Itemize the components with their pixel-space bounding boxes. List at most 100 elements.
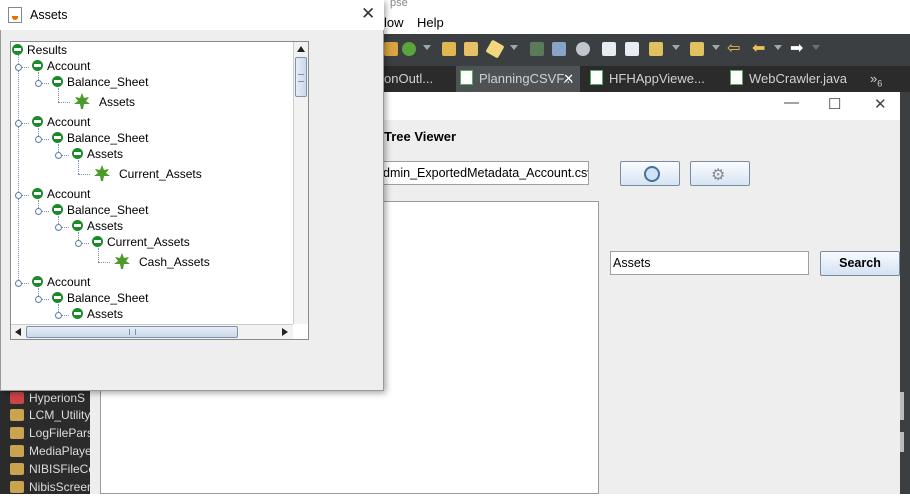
package-explorer: HyperionS LCM_Utility LogFilePars MediaP… xyxy=(0,390,95,496)
project-icon xyxy=(10,427,24,439)
document-icon[interactable] xyxy=(602,42,616,56)
folder-open-icon xyxy=(12,44,23,55)
eclipse-title-fragment: pse xyxy=(384,0,910,12)
tab-webcrawler[interactable]: WebCrawler.java xyxy=(730,66,860,92)
dropdown-arrow-icon[interactable] xyxy=(812,45,820,50)
open-type-icon[interactable] xyxy=(442,42,456,56)
project-icon xyxy=(10,392,24,404)
tree-node[interactable]: Balance_Sheet xyxy=(67,290,148,306)
tab-planningcsvf[interactable]: PlanningCSVF... ✕ xyxy=(456,66,580,92)
expand-handle[interactable] xyxy=(55,152,62,159)
horizontal-scroll-thumb[interactable] xyxy=(26,326,238,338)
next-annotation-icon[interactable] xyxy=(690,42,704,56)
tree-node-results[interactable]: Results xyxy=(27,42,67,58)
project-label: LogFilePars xyxy=(29,426,94,440)
minimize-icon[interactable]: — xyxy=(784,94,799,111)
forward-arrow-icon[interactable]: ➡ xyxy=(790,38,803,58)
tree-node[interactable]: Assets xyxy=(99,94,135,110)
tree-node[interactable]: Assets xyxy=(87,146,123,162)
settings-button[interactable]: ⚙ xyxy=(690,161,750,186)
browse-button[interactable] xyxy=(620,161,680,186)
scroll-up-icon[interactable] xyxy=(297,46,305,52)
project-label: HyperionS xyxy=(29,391,86,405)
eclipse-menubar: low Help xyxy=(384,12,910,34)
expand-handle[interactable] xyxy=(15,280,22,287)
project-item[interactable]: NibisScreen xyxy=(10,479,94,496)
paragraph-icon[interactable] xyxy=(625,42,639,56)
tab-label: HFHAppViewe... xyxy=(609,71,705,86)
results-tree[interactable]: Results Account Balance_Sheet Assets Acc… xyxy=(10,41,309,340)
folder-open-icon xyxy=(72,220,83,231)
folder-open-icon xyxy=(32,60,43,71)
expand-handle[interactable] xyxy=(35,136,42,143)
tree-node[interactable]: Cash_Assets xyxy=(139,254,210,270)
expand-handle[interactable] xyxy=(55,312,62,319)
close-icon[interactable]: ✕ xyxy=(361,4,375,24)
back-arrow-icon[interactable]: ⬅ xyxy=(752,38,765,58)
folder-open-icon xyxy=(52,292,63,303)
dropdown-arrow-icon[interactable] xyxy=(774,45,782,50)
tree-node[interactable]: Account xyxy=(47,114,90,130)
project-item[interactable]: HyperionS xyxy=(10,390,85,407)
dropdown-arrow-icon[interactable] xyxy=(672,45,680,50)
expand-handle[interactable] xyxy=(35,80,42,87)
tree-line xyxy=(18,54,19,282)
project-item[interactable]: MediaPlaye xyxy=(10,443,92,460)
scroll-left-icon[interactable] xyxy=(15,328,21,336)
close-tab-icon[interactable]: ✕ xyxy=(563,66,574,92)
tree-node[interactable]: Balance_Sheet xyxy=(67,74,148,90)
expand-handle[interactable] xyxy=(55,224,62,231)
tree-node[interactable]: Account xyxy=(47,58,90,74)
tree-node[interactable]: Balance_Sheet xyxy=(67,202,148,218)
project-label: NIBISFileCo xyxy=(29,462,96,476)
dropdown-arrow-icon[interactable] xyxy=(712,45,720,50)
expand-handle[interactable] xyxy=(75,240,82,247)
tab-overflow-count: 6 xyxy=(877,78,883,89)
vertical-scroll-thumb[interactable] xyxy=(295,57,307,97)
scroll-right-icon[interactable] xyxy=(282,328,288,336)
tree-node[interactable]: Assets xyxy=(87,218,123,234)
project-icon xyxy=(10,409,24,421)
tree-node[interactable]: Assets xyxy=(87,306,123,322)
tab-hfhappviewer[interactable]: HFHAppViewe... xyxy=(590,66,710,92)
folder-open-icon xyxy=(32,188,43,199)
dropdown-arrow-icon[interactable] xyxy=(510,45,518,50)
file-path-field[interactable]: dmin_ExportedMetadata_Account.csv xyxy=(378,161,589,185)
tab-overflow-button[interactable]: »6 xyxy=(870,66,900,92)
project-item[interactable]: LCM_Utility xyxy=(10,407,90,424)
menu-help[interactable]: Help xyxy=(417,15,444,30)
menu-window[interactable]: low xyxy=(384,15,404,30)
tree-node[interactable]: Current_Assets xyxy=(107,234,190,250)
annotation-icon[interactable] xyxy=(649,42,663,56)
tree-node[interactable]: Current_Assets xyxy=(119,166,202,182)
tree-node[interactable]: Account xyxy=(47,186,90,202)
expand-handle[interactable] xyxy=(15,120,22,127)
project-item[interactable]: NIBISFileCo xyxy=(10,461,95,478)
close-icon[interactable]: ✕ xyxy=(874,95,887,113)
maximize-icon[interactable]: ☐ xyxy=(828,95,841,113)
brush-icon[interactable] xyxy=(485,39,505,59)
search-glasses-icon[interactable] xyxy=(576,42,590,56)
new-class-icon[interactable] xyxy=(402,42,416,56)
folder-open-icon xyxy=(52,132,63,143)
page-title: Tree Viewer xyxy=(384,129,457,144)
project-label: LCM_Utility xyxy=(29,408,91,422)
tree-line xyxy=(98,262,110,263)
tree-node[interactable]: Balance_Sheet xyxy=(67,130,148,146)
search-button[interactable]: Search xyxy=(820,251,900,276)
expand-handle[interactable] xyxy=(15,192,22,199)
open-folder-icon[interactable] xyxy=(464,42,478,56)
tree-line xyxy=(58,88,59,102)
expand-handle[interactable] xyxy=(35,296,42,303)
dropdown-arrow-icon[interactable] xyxy=(423,45,431,50)
last-edit-icon[interactable]: ⇦ xyxy=(727,38,740,58)
pen-icon[interactable] xyxy=(552,42,566,56)
build-icon[interactable] xyxy=(384,42,398,56)
fc-icon[interactable] xyxy=(530,42,544,56)
expand-handle[interactable] xyxy=(15,64,22,71)
tab-onoutl[interactable]: onOutl... xyxy=(384,66,454,92)
expand-handle[interactable] xyxy=(35,208,42,215)
search-input[interactable]: Assets xyxy=(610,251,809,275)
project-item[interactable]: LogFilePars xyxy=(10,425,93,442)
tree-node[interactable]: Account xyxy=(47,274,90,290)
